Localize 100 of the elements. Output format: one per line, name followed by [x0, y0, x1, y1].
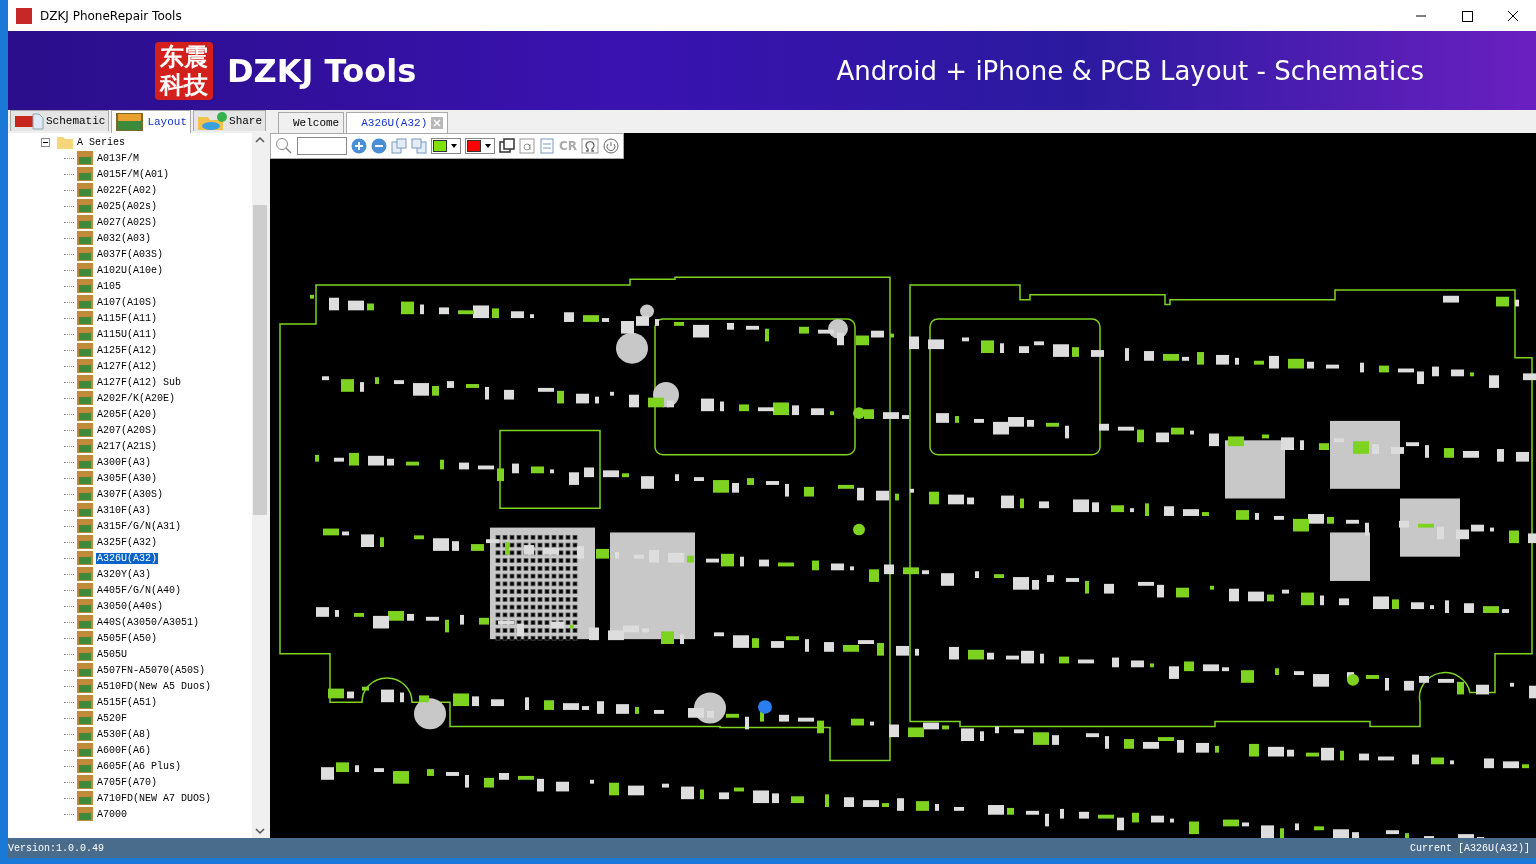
tree-item[interactable]: A505U [96, 648, 128, 660]
tree-item[interactable]: A3050(A40s) [96, 600, 164, 612]
zoom-out-icon[interactable] [371, 138, 387, 154]
zoom-in-icon[interactable] [351, 138, 367, 154]
document-tab[interactable]: A326U(A32) [346, 112, 449, 133]
zoom-input-field[interactable] [297, 137, 347, 155]
tree-item[interactable]: A600F(A6) [96, 744, 152, 756]
board-icon [77, 647, 93, 661]
app-logo-icon [16, 7, 32, 24]
tree-item[interactable]: A310F(A3) [96, 504, 152, 516]
banner-tagline: Android + iPhone & PCB Layout - Schematics [836, 55, 1424, 86]
tree-item[interactable]: A107(A10S) [96, 296, 158, 308]
rotate-page-icon[interactable] [391, 138, 407, 154]
pdf-icon [14, 111, 44, 131]
tree-item[interactable]: A307F(A30S) [96, 488, 164, 500]
tree-item[interactable]: A300F(A3) [96, 456, 152, 468]
tree-item[interactable]: A305F(A30) [96, 472, 158, 484]
board-icon [77, 791, 93, 805]
board-icon [77, 167, 93, 181]
tree-item[interactable]: A115F(A11) [96, 312, 158, 324]
board-icon [77, 567, 93, 581]
board-icon [77, 423, 93, 437]
tree-item[interactable]: A7000 [96, 808, 128, 820]
flip-page-icon[interactable] [411, 138, 427, 154]
search-icon[interactable] [275, 137, 293, 155]
side-tab[interactable]: Schematic [10, 110, 110, 131]
tree-item[interactable]: A325F(A32) [96, 536, 158, 548]
omega-icon[interactable] [581, 138, 600, 154]
tree-item[interactable]: A710FD(NEW A7 DUOS) [96, 792, 213, 804]
tree-item[interactable]: A530F(A8) [96, 728, 152, 740]
board-icon [77, 199, 93, 213]
close-icon[interactable] [431, 117, 444, 129]
windows-icon[interactable] [499, 138, 515, 154]
brand-name: DZKJ Tools [227, 51, 417, 90]
color-picker[interactable] [465, 138, 495, 154]
board-icon [77, 631, 93, 645]
tree-item[interactable]: A520F [96, 712, 128, 724]
board-icon [77, 775, 93, 789]
tree-item[interactable]: A202F/K(A20E) [96, 392, 176, 404]
tree-item[interactable]: A105 [96, 280, 122, 292]
tree-item[interactable]: A405F/G/N(A40) [96, 584, 182, 596]
board-icon [77, 583, 93, 597]
board-icon [77, 407, 93, 421]
board-icon [77, 295, 93, 309]
tree-item[interactable]: A320Y(A3) [96, 568, 152, 580]
tree-item[interactable]: A015F/M(A01) [96, 168, 170, 180]
board-icon [77, 551, 93, 565]
scrollbar[interactable] [252, 133, 268, 838]
folder-cloud-icon [197, 111, 228, 131]
board-icon [77, 487, 93, 501]
tree-item[interactable]: A505F(A50) [96, 632, 158, 644]
tree-item[interactable]: A013F/M [96, 152, 140, 164]
tree-item[interactable]: A705F(A70) [96, 776, 158, 788]
tree-item[interactable]: A022F(A02) [96, 184, 158, 196]
tree-item[interactable]: A507FN-A5070(A50S) [96, 664, 207, 676]
document-tab[interactable]: Welcome [278, 112, 345, 133]
board-icon [77, 727, 93, 741]
tree-item[interactable]: A032(A03) [96, 232, 152, 244]
tree-item[interactable]: A027(A02S) [96, 216, 158, 228]
board-icon [77, 391, 93, 405]
tree-item[interactable]: A40S(A3050/A3051) [96, 616, 201, 628]
color-picker[interactable] [431, 138, 461, 154]
side-tab[interactable]: Layout [111, 110, 192, 133]
tree-item[interactable]: A515F(A51) [96, 696, 158, 708]
board-icon [77, 711, 93, 725]
side-tab[interactable]: Share [193, 110, 267, 131]
tree-item[interactable]: A326U(A32) [96, 552, 158, 564]
board-icon [77, 263, 93, 277]
board-icon [77, 375, 93, 389]
board-icon [77, 327, 93, 341]
tree-item[interactable]: A605F(A6 Plus) [96, 760, 182, 772]
current-file-text: Current [A326U(A32)] [1409, 842, 1530, 854]
board-icon [77, 615, 93, 629]
folder-icon [57, 135, 73, 149]
tree-item[interactable]: A127F(A12) Sub [96, 376, 182, 388]
board-icon [77, 503, 93, 517]
board-icon [77, 231, 93, 245]
tree-item[interactable]: A115U(A11) [96, 328, 158, 340]
board-icon [77, 311, 93, 325]
reset-icon[interactable] [603, 138, 620, 154]
brand-logo: 东震科技 [155, 41, 213, 100]
tree-item[interactable]: A315F/G/N(A31) [96, 520, 182, 532]
tree-item[interactable]: A510FD(New A5 Duos) [96, 680, 213, 692]
tree-folder[interactable]: A Series [76, 136, 126, 148]
tree-item[interactable]: A217(A21S) [96, 440, 158, 452]
window-title: DZKJ PhoneRepair Tools [40, 8, 182, 23]
board-icon [77, 663, 93, 677]
board-icon [77, 759, 93, 773]
tree-item[interactable]: A125F(A12) [96, 344, 158, 356]
tree-item[interactable]: A205F(A20) [96, 408, 158, 420]
board-icon [77, 247, 93, 261]
version-text: Version:1.0.0.49 [8, 842, 104, 854]
tree-item[interactable]: A102U(A10e) [96, 264, 164, 276]
tree-item[interactable]: A127F(A12) [96, 360, 158, 372]
tree-item[interactable]: A207(A20S) [96, 424, 158, 436]
collapse-icon[interactable] [41, 137, 50, 147]
tree-item[interactable]: A037F(A03S) [96, 248, 164, 260]
tree-item[interactable]: A025(A02s) [96, 200, 158, 212]
board-icon [77, 215, 93, 229]
board-icon [77, 343, 93, 357]
